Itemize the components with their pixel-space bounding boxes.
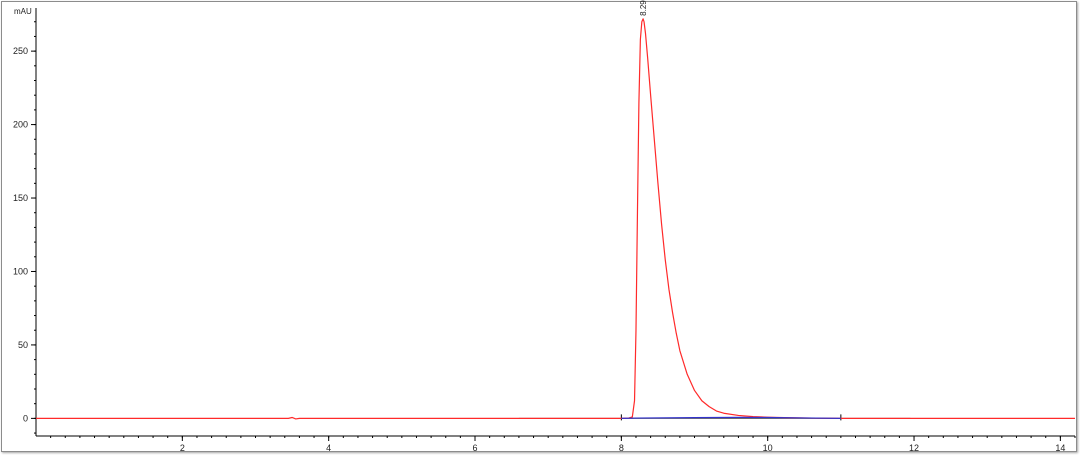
series-group	[36, 18, 1075, 420]
x-tick-label: 6	[473, 443, 478, 453]
y-axis-label: mAU	[14, 7, 32, 16]
y-tick-label: 50	[18, 340, 28, 350]
y-tick-label: 150	[13, 193, 28, 203]
x-tick-label: 8	[619, 443, 624, 453]
y-tick-label: 200	[13, 120, 28, 130]
x-tick-label: 12	[909, 443, 919, 453]
chromatogram-chart: 0 50 100 150 200 250 mAU 2 4 6 8 10 12 14 8.297	[13, 0, 1076, 453]
annotations: 8.297	[639, 0, 648, 16]
y-tick-label: 100	[13, 266, 28, 276]
x-tick-label: 2	[180, 443, 185, 453]
x-tick-label: 10	[763, 443, 773, 453]
peak-label: 8.297	[639, 0, 648, 16]
y-tick-label: 0	[23, 413, 28, 423]
x-tick-label: 4	[326, 443, 331, 453]
signal-trace	[36, 18, 1075, 420]
axes: 0 50 100 150 200 250 mAU 2 4 6 8 10 12 14	[13, 7, 1076, 453]
y-tick-label: 250	[13, 46, 28, 56]
x-tick-label: 14	[1055, 443, 1065, 453]
